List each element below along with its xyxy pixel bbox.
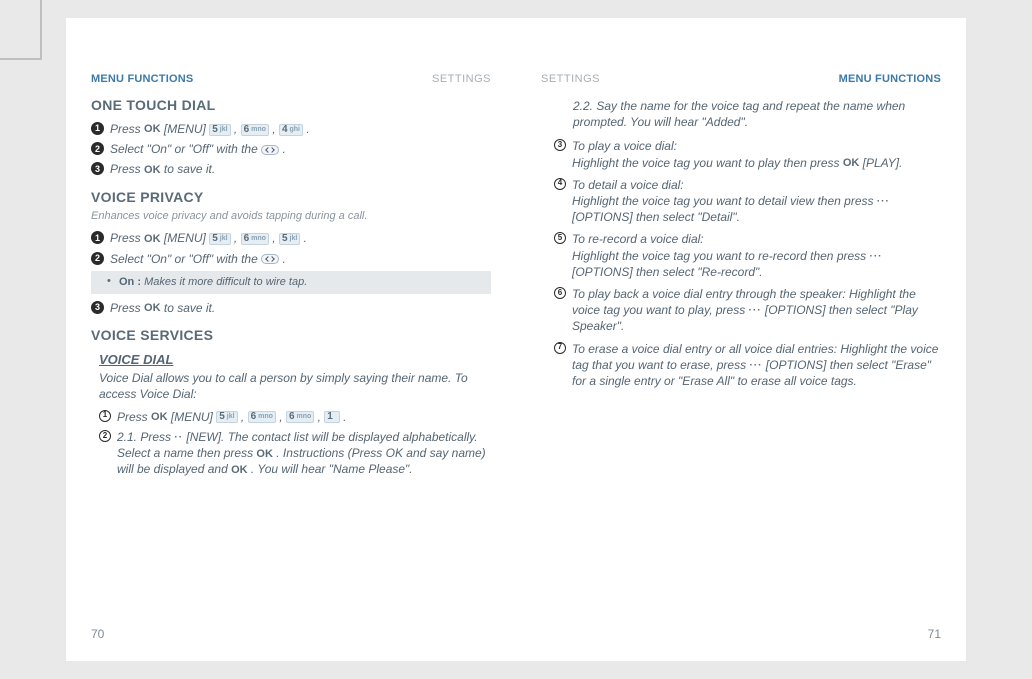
heading-voice-privacy: VOICE PRIVACY — [91, 188, 491, 207]
key-6: 6mno — [241, 233, 269, 245]
step-bullet-3: 3 — [91, 162, 104, 175]
step-bullet-2: 2 — [91, 142, 104, 155]
key-6: 6mno — [248, 411, 276, 423]
ok-icon: OK — [843, 156, 860, 171]
nav-icon — [261, 145, 279, 155]
page-number-right: 71 — [928, 627, 941, 641]
step: 2 Select "On" or "Off" with the . — [91, 141, 491, 157]
page-right: SETTINGS MENU FUNCTIONS 71 2.2. Say the … — [516, 18, 966, 661]
ok-icon: OK — [144, 122, 161, 137]
heading-voice-services: VOICE SERVICES — [91, 326, 491, 345]
right-content: 2.2. Say the name for the voice tag and … — [546, 96, 946, 393]
page-left: MENU FUNCTIONS SETTINGS 70 ONE TOUCH DIA… — [66, 18, 516, 661]
ok-icon: OK — [256, 447, 273, 462]
key-6: 6mno — [241, 124, 269, 136]
left-content: ONE TOUCH DIAL 1 Press OK [MENU] 5jkl , … — [91, 96, 491, 482]
note-box: On : Makes it more difficult to wire tap… — [91, 271, 491, 294]
header-sub-left: SETTINGS — [432, 73, 491, 85]
step: 2 2.1. Press ·· [NEW]. The contact list … — [99, 429, 491, 478]
header-main-right: MENU FUNCTIONS — [839, 73, 941, 85]
nav-icon — [261, 254, 279, 264]
key-4: 4ghi — [279, 124, 303, 136]
dots-icon: ··· — [749, 304, 762, 318]
dots-icon: ··· — [877, 195, 890, 209]
step: 1 Press OK [MENU] 5jkl , 6mno , 5jkl . — [91, 230, 491, 246]
ok-icon: OK — [144, 232, 161, 247]
heading-voice-dial: VOICE DIAL — [99, 351, 491, 369]
step: 3 To play a voice dial: Highlight the vo… — [554, 138, 946, 170]
key-1: 1 — [324, 411, 340, 423]
step: 1 Press OK [MENU] 5jkl , 6mno , 4ghi . — [91, 121, 491, 137]
dots-icon: ··· — [749, 359, 762, 373]
subtitle-voice-privacy: Enhances voice privacy and avoids tappin… — [91, 209, 491, 224]
step: 6 To play back a voice dial entry throug… — [554, 286, 946, 335]
voice-dial-desc: Voice Dial allows you to call a person b… — [99, 370, 491, 402]
ok-icon: OK — [144, 301, 161, 316]
ok-icon: OK — [231, 463, 248, 478]
step: 4 To detail a voice dial: Highlight the … — [554, 177, 946, 226]
step-bullet-1: 1 — [91, 122, 104, 135]
step: 3 Press OK to save it. — [91, 161, 491, 177]
step: 2 Select "On" or "Off" with the . — [91, 251, 491, 267]
dots-icon: ·· — [174, 431, 183, 445]
step: 5 To re-record a voice dial: Highlight t… — [554, 231, 946, 280]
ok-icon: OK — [144, 163, 161, 178]
dots-icon: ··· — [870, 250, 883, 264]
header-sub-right: SETTINGS — [541, 73, 600, 85]
heading-one-touch-dial: ONE TOUCH DIAL — [91, 96, 491, 115]
key-5: 5jkl — [279, 233, 300, 245]
header-main-left: MENU FUNCTIONS — [91, 73, 193, 85]
key-6: 6mno — [286, 411, 314, 423]
ok-icon: OK — [151, 410, 168, 425]
step: 7 To erase a voice dial entry or all voi… — [554, 341, 946, 390]
key-5: 5jkl — [216, 411, 237, 423]
step-2-2: 2.2. Say the name for the voice tag and … — [554, 98, 946, 130]
page-number-left: 70 — [91, 627, 104, 641]
key-5: 5jkl — [209, 124, 230, 136]
step: 3 Press OK to save it. — [91, 300, 491, 316]
key-5: 5jkl — [209, 233, 230, 245]
step: 1 Press OK [MENU] 5jkl , 6mno , 6mno , 1… — [99, 409, 491, 425]
